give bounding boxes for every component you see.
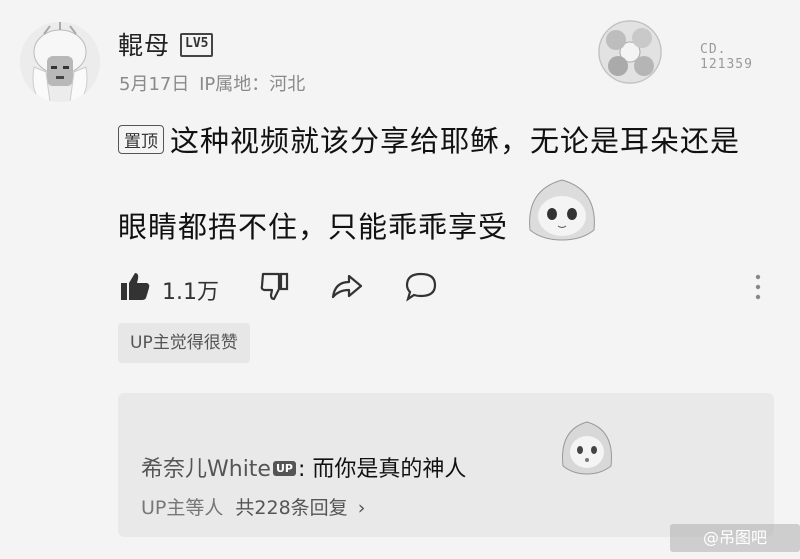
avatar[interactable] <box>20 22 100 102</box>
up-badge: UP <box>272 461 296 476</box>
up-liked-tag: UP主觉得很赞 <box>118 323 250 363</box>
comment-date: 5月17日 <box>119 74 190 95</box>
reply-text: 而你是真的神人 <box>312 457 467 482</box>
reply-footer[interactable]: UP主等人 共228条回复 › <box>141 493 365 520</box>
reply-count[interactable]: 共228条回复 <box>235 497 347 519</box>
ip-location: IP属地：河北 <box>199 74 306 95</box>
level-badge: LV5 <box>180 33 214 57</box>
sticker-emote <box>522 170 602 250</box>
chevron-right-icon: › <box>357 497 366 519</box>
cd-label: CD. <box>700 42 727 57</box>
share-icon <box>331 274 363 299</box>
reply-sticker-emote <box>557 416 617 476</box>
avatar-image <box>20 22 100 102</box>
reply-footer-prefix: UP主等人 <box>141 497 224 519</box>
like-button[interactable] <box>119 270 151 306</box>
fan-decoration-number: CD. 121359 <box>700 42 753 72</box>
comment-text-line-2: 眼睛都捂不住，只能乖乖享受 <box>118 210 509 244</box>
username[interactable]: 輥母 <box>118 26 170 62</box>
thumb-up-icon <box>121 273 150 300</box>
watermark: @吊图吧 <box>670 524 800 552</box>
comment-text-line-1: 置顶 这种视频就该分享给耶稣，无论是耳朵还是 <box>118 118 740 160</box>
thumb-down-icon <box>260 272 289 301</box>
more-button[interactable] <box>748 272 768 302</box>
reply-button[interactable] <box>404 270 438 306</box>
like-count: 1.1万 <box>162 280 219 305</box>
reply-separator: : <box>297 457 306 482</box>
comment-icon <box>405 272 437 302</box>
share-button[interactable] <box>330 270 364 306</box>
dislike-button[interactable] <box>259 270 291 306</box>
cd-number: 121359 <box>700 57 753 72</box>
more-vertical-icon <box>755 274 761 300</box>
reply-preview-line[interactable]: 希奈儿White UP: 而你是真的神人 <box>141 451 466 483</box>
fan-decoration-image[interactable] <box>598 20 662 84</box>
comment-meta: 5月17日 IP属地：河北 <box>119 70 305 96</box>
reply-author[interactable]: 希奈儿White <box>141 457 271 482</box>
comment-text: 这种视频就该分享给耶稣，无论是耳朵还是 <box>170 124 741 158</box>
pinned-badge: 置顶 <box>118 125 164 154</box>
